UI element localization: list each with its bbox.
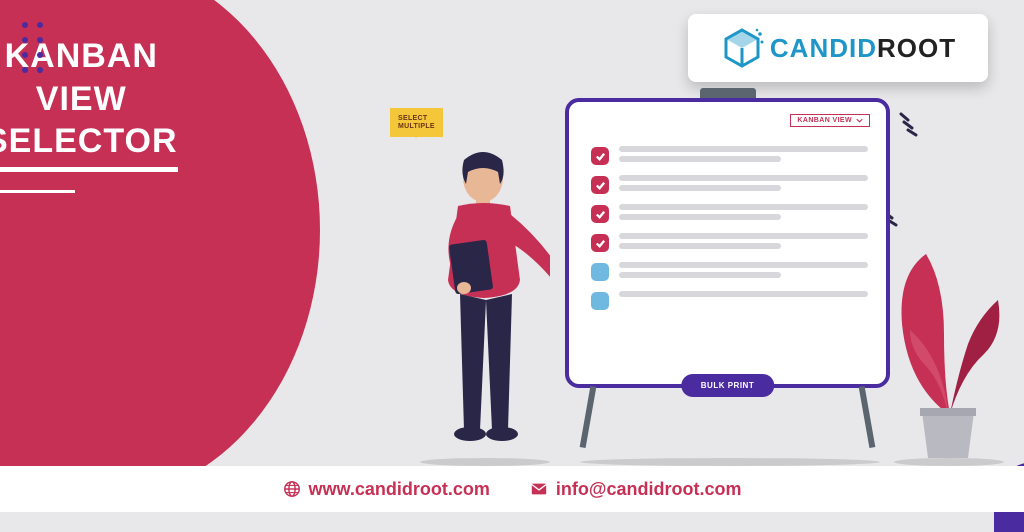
list-item — [591, 262, 868, 281]
row-checkbox[interactable] — [591, 263, 609, 281]
row-content — [619, 204, 868, 220]
placeholder-line — [619, 204, 868, 210]
website-link[interactable]: www.candidroot.com — [283, 479, 490, 500]
placeholder-line — [619, 175, 868, 181]
row-checkbox[interactable] — [591, 147, 609, 165]
chevron-down-icon — [856, 117, 863, 124]
placeholder-line — [619, 262, 868, 268]
hero-title-line2: VIEW — [0, 78, 178, 121]
placeholder-line — [619, 146, 868, 152]
placeholder-line — [619, 185, 781, 191]
placeholder-line — [619, 233, 868, 239]
check-icon — [595, 209, 606, 220]
brand-wordmark: CANDIDROOT — [770, 33, 956, 64]
row-checkbox[interactable] — [591, 292, 609, 310]
select-multiple-bubble: SELECT MULTIPLE — [390, 108, 443, 137]
check-icon — [595, 151, 606, 162]
list-item — [591, 233, 868, 252]
globe-icon — [283, 480, 301, 498]
row-checkbox[interactable] — [591, 234, 609, 252]
row-content — [619, 175, 868, 191]
person-illustration — [420, 150, 550, 460]
check-icon — [595, 238, 606, 249]
plant-illustration — [888, 234, 1008, 464]
placeholder-line — [619, 291, 868, 297]
list-item — [591, 291, 868, 310]
brand-cube-icon — [720, 26, 764, 70]
check-icon — [595, 180, 606, 191]
list-item — [591, 175, 868, 194]
list-item — [591, 204, 868, 223]
kanban-rows — [591, 146, 868, 310]
bulk-print-button[interactable]: BULK PRINT — [681, 374, 774, 397]
row-content — [619, 291, 868, 297]
board-leg — [859, 386, 876, 448]
row-checkbox[interactable] — [591, 176, 609, 194]
placeholder-line — [619, 272, 781, 278]
footer-bar: www.candidroot.com info@candidroot.com — [0, 466, 1024, 512]
hero-divider — [0, 190, 75, 193]
row-content — [619, 262, 868, 278]
email-link[interactable]: info@candidroot.com — [530, 479, 742, 500]
placeholder-line — [619, 243, 781, 249]
mail-icon — [530, 480, 548, 498]
placeholder-line — [619, 156, 781, 162]
shadow — [580, 458, 880, 466]
list-item — [591, 146, 868, 165]
placeholder-line — [619, 214, 781, 220]
squiggle-icon — [898, 108, 928, 138]
row-checkbox[interactable] — [591, 205, 609, 223]
brand-logo-card: CANDIDROOT — [688, 14, 988, 82]
row-content — [619, 233, 868, 249]
hero-blob: KANBAN VIEW SELECTOR — [0, 0, 320, 500]
board-leg — [580, 386, 597, 448]
kanban-board: KANBAN VIEW BULK PRINT — [565, 98, 890, 388]
row-content — [619, 146, 868, 162]
hero-title-line3: SELECTOR — [0, 120, 178, 172]
dot-grid — [22, 22, 43, 73]
view-selector-dropdown[interactable]: KANBAN VIEW — [790, 114, 870, 127]
